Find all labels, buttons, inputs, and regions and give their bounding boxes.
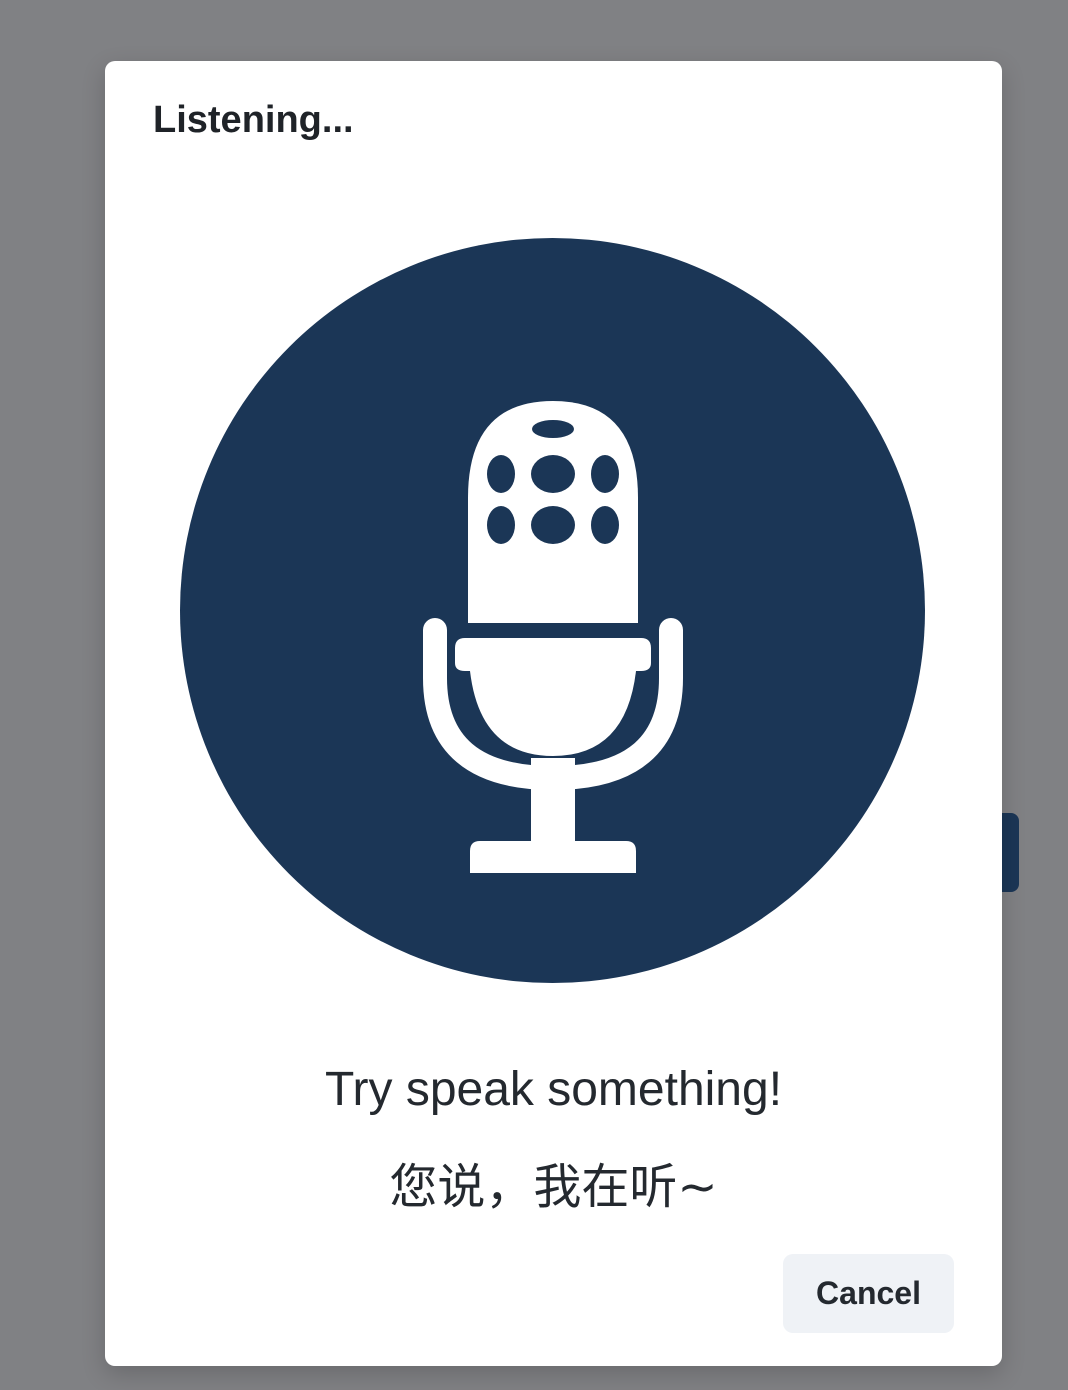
dialog-title: Listening... xyxy=(153,99,354,141)
microphone-icon xyxy=(180,238,925,983)
cancel-button[interactable]: Cancel xyxy=(783,1254,954,1333)
listening-dialog: Listening... Try speak something! 您说，我在听… xyxy=(105,61,1002,1366)
prompt-english: Try speak something! xyxy=(324,1063,783,1116)
prompt-chinese: 您说，我在听~ xyxy=(389,1159,718,1215)
